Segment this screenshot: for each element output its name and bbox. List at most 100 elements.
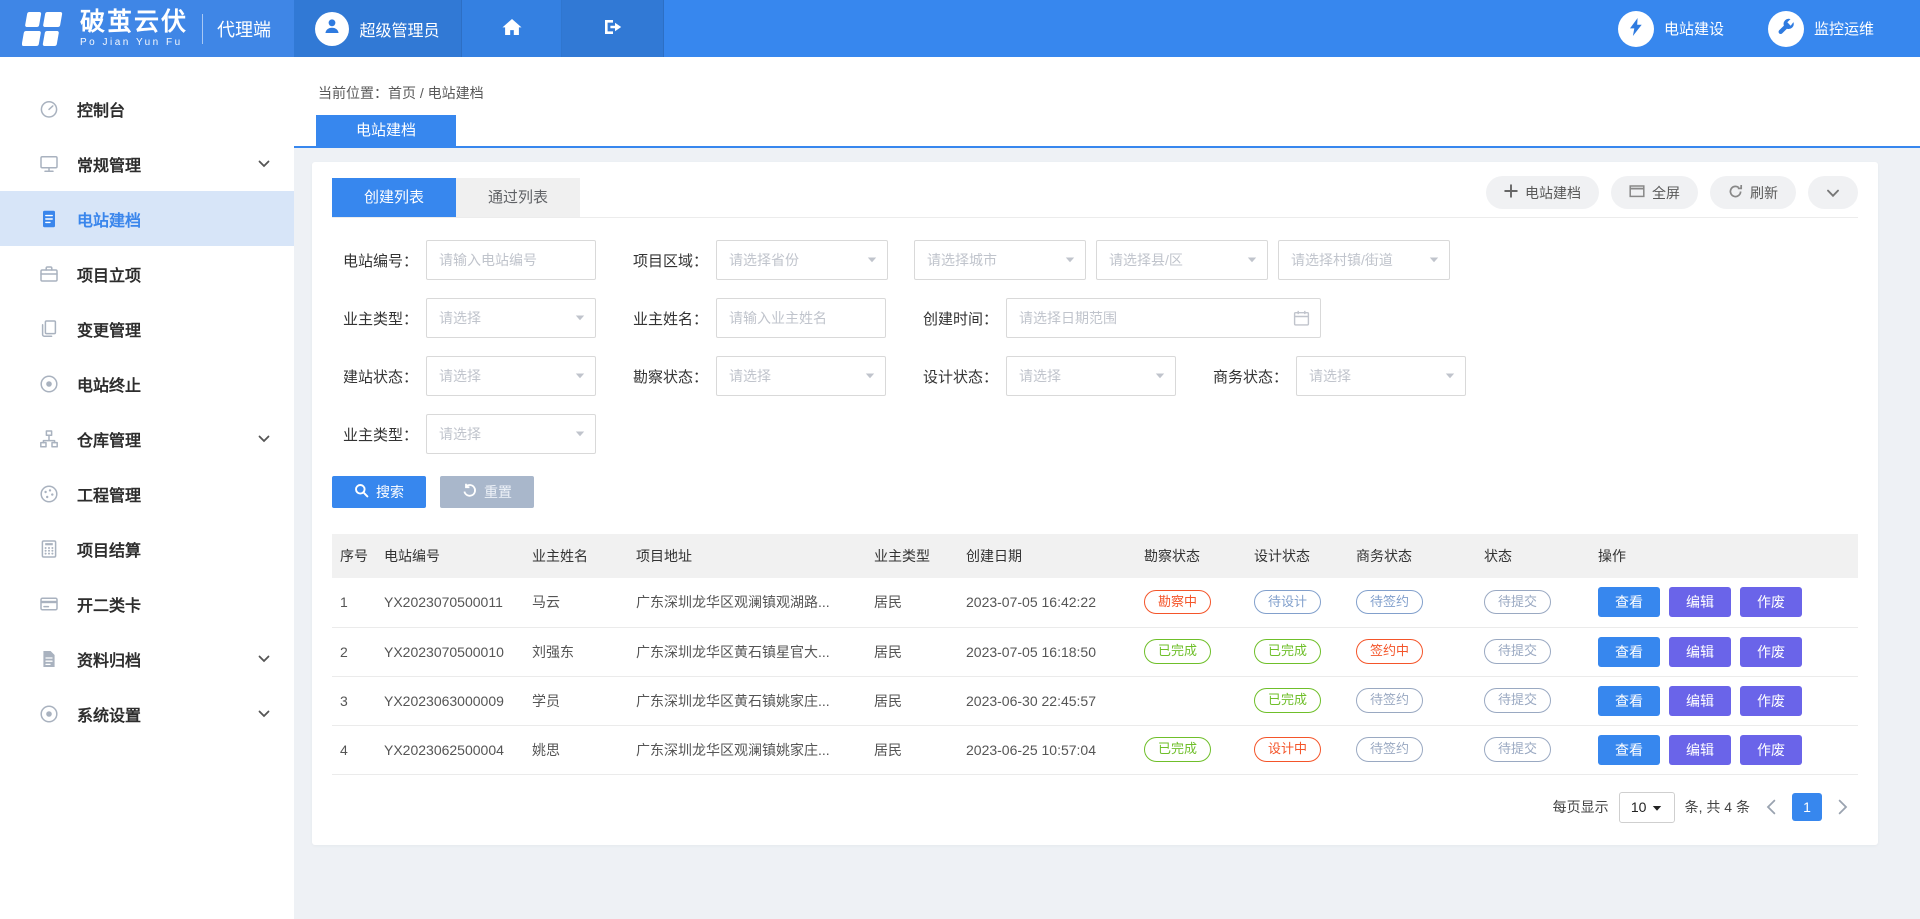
sidebar-item-常规管理[interactable]: 常规管理 — [0, 136, 294, 191]
action-查看-button[interactable]: 查看 — [1598, 637, 1660, 667]
action-编辑-button[interactable]: 编辑 — [1669, 735, 1731, 765]
status-badge: 签约中 — [1356, 639, 1423, 663]
reset-icon — [462, 483, 477, 501]
person-icon — [322, 16, 342, 41]
caret-down-icon — [575, 373, 585, 380]
date-range-input[interactable] — [1006, 298, 1321, 338]
project-address: 广东深圳龙华区观澜镇观湖路... — [628, 578, 866, 627]
action-作废-button[interactable]: 作废 — [1740, 637, 1802, 667]
module-监控运维[interactable]: 监控运维 — [1768, 11, 1874, 47]
action-查看-button[interactable]: 查看 — [1598, 686, 1660, 716]
sidebar-item-控制台[interactable]: 控制台 — [0, 81, 294, 136]
action-编辑-button[interactable]: 编辑 — [1669, 637, 1731, 667]
sidebar-item-label: 控制台 — [77, 97, 270, 121]
action-作废-button[interactable]: 作废 — [1740, 735, 1802, 765]
filter-input[interactable] — [426, 240, 596, 280]
column-header: 商务状态 — [1348, 534, 1476, 578]
home-button[interactable] — [462, 0, 562, 57]
sidebar-item-项目立项[interactable]: 项目立项 — [0, 246, 294, 301]
toolbar-button-全屏[interactable]: 全屏 — [1611, 176, 1698, 209]
column-header: 勘察状态 — [1136, 534, 1246, 578]
filter-select[interactable]: 请选择村镇/街道 — [1278, 240, 1450, 280]
status-badge: 设计中 — [1254, 737, 1321, 761]
filter-select[interactable]: 请选择 — [426, 298, 596, 338]
action-编辑-button[interactable]: 编辑 — [1669, 587, 1731, 617]
sidebar-item-开二类卡[interactable]: 开二类卡 — [0, 576, 294, 631]
target-icon — [38, 373, 60, 395]
logout-button[interactable] — [562, 0, 664, 57]
row-actions: 查看编辑作废 — [1590, 676, 1858, 725]
text-input[interactable] — [717, 299, 885, 337]
prev-page-button[interactable] — [1760, 799, 1782, 815]
brand-title: 破茧云伏 — [80, 10, 188, 35]
filter-select[interactable]: 请选择 — [1006, 356, 1176, 396]
reset-button[interactable]: 重置 — [440, 476, 534, 508]
sidebar-item-变更管理[interactable]: 变更管理 — [0, 301, 294, 356]
sidebar-item-项目结算[interactable]: 项目结算 — [0, 521, 294, 576]
header-modules: 电站建设 监控运维 — [1618, 0, 1920, 57]
sidebar-item-资料归档[interactable]: 资料归档 — [0, 631, 294, 686]
next-page-button[interactable] — [1832, 799, 1854, 815]
chevron-down-icon — [258, 710, 270, 718]
sidebar-item-label: 仓库管理 — [77, 427, 258, 451]
column-header: 操作 — [1590, 534, 1858, 578]
filter-select[interactable]: 请选择 — [426, 414, 596, 454]
filter-select[interactable]: 请选择 — [1296, 356, 1466, 396]
action-作废-button[interactable]: 作废 — [1740, 686, 1802, 716]
sidebar-item-label: 电站建档 — [77, 207, 270, 231]
filter-select[interactable]: 请选择省份 — [716, 240, 888, 280]
caret-down-icon — [575, 431, 585, 438]
project-address: 广东深圳龙华区黄石镇姚家庄... — [628, 676, 866, 725]
page-tab[interactable]: 电站建档 — [316, 115, 456, 146]
action-编辑-button[interactable]: 编辑 — [1669, 686, 1731, 716]
sidebar-item-系统设置[interactable]: 系统设置 — [0, 686, 294, 741]
disc-icon — [38, 703, 60, 725]
owner-type: 居民 — [866, 725, 958, 774]
logout-icon — [602, 17, 624, 40]
filter-select[interactable]: 请选择县/区 — [1096, 240, 1268, 280]
chevron-down-icon — [1652, 799, 1662, 815]
avatar — [315, 12, 349, 46]
filter-select[interactable]: 请选择 — [716, 356, 886, 396]
sidebar-item-label: 资料归档 — [77, 647, 258, 671]
records-table: 序号电站编号业主姓名项目地址业主类型创建日期勘察状态设计状态商务状态状态操作 1… — [332, 534, 1858, 775]
station-code: YX2023070500010 — [376, 627, 524, 676]
filter-label: 勘察状态： — [622, 366, 708, 387]
action-查看-button[interactable]: 查看 — [1598, 735, 1660, 765]
column-header: 状态 — [1476, 534, 1590, 578]
toolbar-button-more[interactable] — [1808, 176, 1858, 209]
search-button[interactable]: 搜索 — [332, 476, 426, 508]
per-page-select[interactable]: 10 — [1619, 792, 1675, 823]
filter-select[interactable]: 请选择城市 — [914, 240, 1086, 280]
caret-down-icon — [865, 373, 875, 380]
toolbar-button-电站建档[interactable]: 电站建档 — [1486, 176, 1599, 209]
text-input[interactable] — [427, 241, 595, 279]
sidebar-item-仓库管理[interactable]: 仓库管理 — [0, 411, 294, 466]
caret-down-icon — [1429, 257, 1439, 264]
filter-input[interactable] — [716, 298, 886, 338]
sidebar-item-电站终止[interactable]: 电站终止 — [0, 356, 294, 411]
filter-select[interactable]: 请选择 — [426, 356, 596, 396]
table-row: 1 YX2023070500011 马云 广东深圳龙华区观澜镇观湖路... 居民… — [332, 578, 1858, 627]
created-date: 2023-07-05 16:18:50 — [958, 627, 1136, 676]
filter-label: 业主类型： — [332, 308, 418, 329]
page-number-button[interactable]: 1 — [1792, 793, 1822, 821]
column-header: 创建日期 — [958, 534, 1136, 578]
user-menu[interactable]: 超级管理员 — [294, 0, 462, 57]
filter-label: 设计状态： — [912, 366, 998, 387]
palette-icon — [38, 483, 60, 505]
owner-name: 学员 — [524, 676, 628, 725]
tab-通过列表[interactable]: 通过列表 — [456, 178, 580, 217]
caret-down-icon — [1247, 257, 1257, 264]
sidebar-item-电站建档[interactable]: 电站建档 — [0, 191, 294, 246]
top-bar: 破茧云伏 Po Jian Yun Fu 代理端 超级管理员 电站建设 监控运维 — [0, 0, 1920, 57]
action-作废-button[interactable]: 作废 — [1740, 587, 1802, 617]
filter-label: 商务状态： — [1202, 366, 1288, 387]
sidebar-item-工程管理[interactable]: 工程管理 — [0, 466, 294, 521]
action-查看-button[interactable]: 查看 — [1598, 587, 1660, 617]
toolbar-button-刷新[interactable]: 刷新 — [1710, 176, 1796, 209]
tab-创建列表[interactable]: 创建列表 — [332, 178, 456, 217]
date-input[interactable] — [1007, 299, 1320, 337]
module-电站建设[interactable]: 电站建设 — [1618, 11, 1724, 47]
calculator-icon — [38, 538, 60, 560]
